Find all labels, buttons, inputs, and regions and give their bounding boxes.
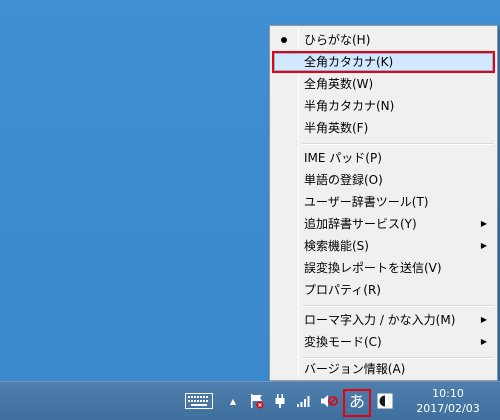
menu-item-zenkaku-katakana[interactable]: 全角カタカナ(K) [272, 51, 495, 73]
menu-item-zenkaku-eisu[interactable]: 全角英数(W) [272, 73, 495, 95]
submenu-arrow-icon: ▶ [480, 315, 487, 324]
ime-mode-icon[interactable]: あ [343, 389, 371, 417]
menu-item-hiragana[interactable]: ひらがな(H) [272, 29, 495, 51]
submenu-arrow-icon: ▶ [480, 219, 487, 228]
menu-item-word-register[interactable]: 単語の登録(O) [272, 169, 495, 191]
menu-separator [302, 305, 494, 307]
show-hidden-icons-arrow[interactable]: ▲ [226, 390, 240, 412]
ime-context-menu: ひらがな(H) 全角カタカナ(K) 全角英数(W) 半角カタカナ(N) 半角英数… [269, 25, 498, 381]
menu-item-hankaku-eisu[interactable]: 半角英数(F) [272, 117, 495, 139]
menu-item-version-info[interactable]: バージョン情報(A) [272, 358, 495, 380]
menu-item-properties[interactable]: プロパティ(R) [272, 279, 495, 301]
volume-muted-icon[interactable] [320, 390, 338, 412]
menu-item-conversion-mode[interactable]: 変換モード(C) ▶ [272, 331, 495, 353]
power-plug-icon[interactable] [272, 390, 288, 412]
clock-time: 10:10 [432, 387, 464, 400]
submenu-arrow-icon: ▶ [480, 337, 487, 346]
menu-item-ime-pad[interactable]: IME パッド(P) [272, 147, 495, 169]
taskbar: ▲ あ 10:10 2017/02/03 [0, 381, 500, 420]
submenu-arrow-icon: ▶ [480, 241, 487, 250]
network-signal-icon[interactable] [296, 390, 312, 412]
menu-item-input-method[interactable]: ローマ字入力 / かな入力(M) ▶ [272, 309, 495, 331]
menu-item-user-dictionary-tool[interactable]: ユーザー辞書ツール(T) [272, 191, 495, 213]
ime-status-icon[interactable] [376, 390, 394, 412]
menu-item-additional-dictionary[interactable]: 追加辞書サービス(Y) ▶ [272, 213, 495, 235]
menu-item-search-function[interactable]: 検索機能(S) ▶ [272, 235, 495, 257]
menu-item-hankaku-katakana[interactable]: 半角カタカナ(N) [272, 95, 495, 117]
clock-date: 2017/02/03 [416, 402, 480, 415]
selected-bullet-icon [281, 37, 287, 43]
action-center-flag-icon[interactable] [249, 390, 265, 412]
taskbar-clock[interactable]: 10:10 2017/02/03 [406, 386, 490, 418]
menu-separator [302, 143, 494, 145]
keyboard-icon[interactable] [184, 390, 214, 412]
menu-item-send-report[interactable]: 誤変換レポートを送信(V) [272, 257, 495, 279]
